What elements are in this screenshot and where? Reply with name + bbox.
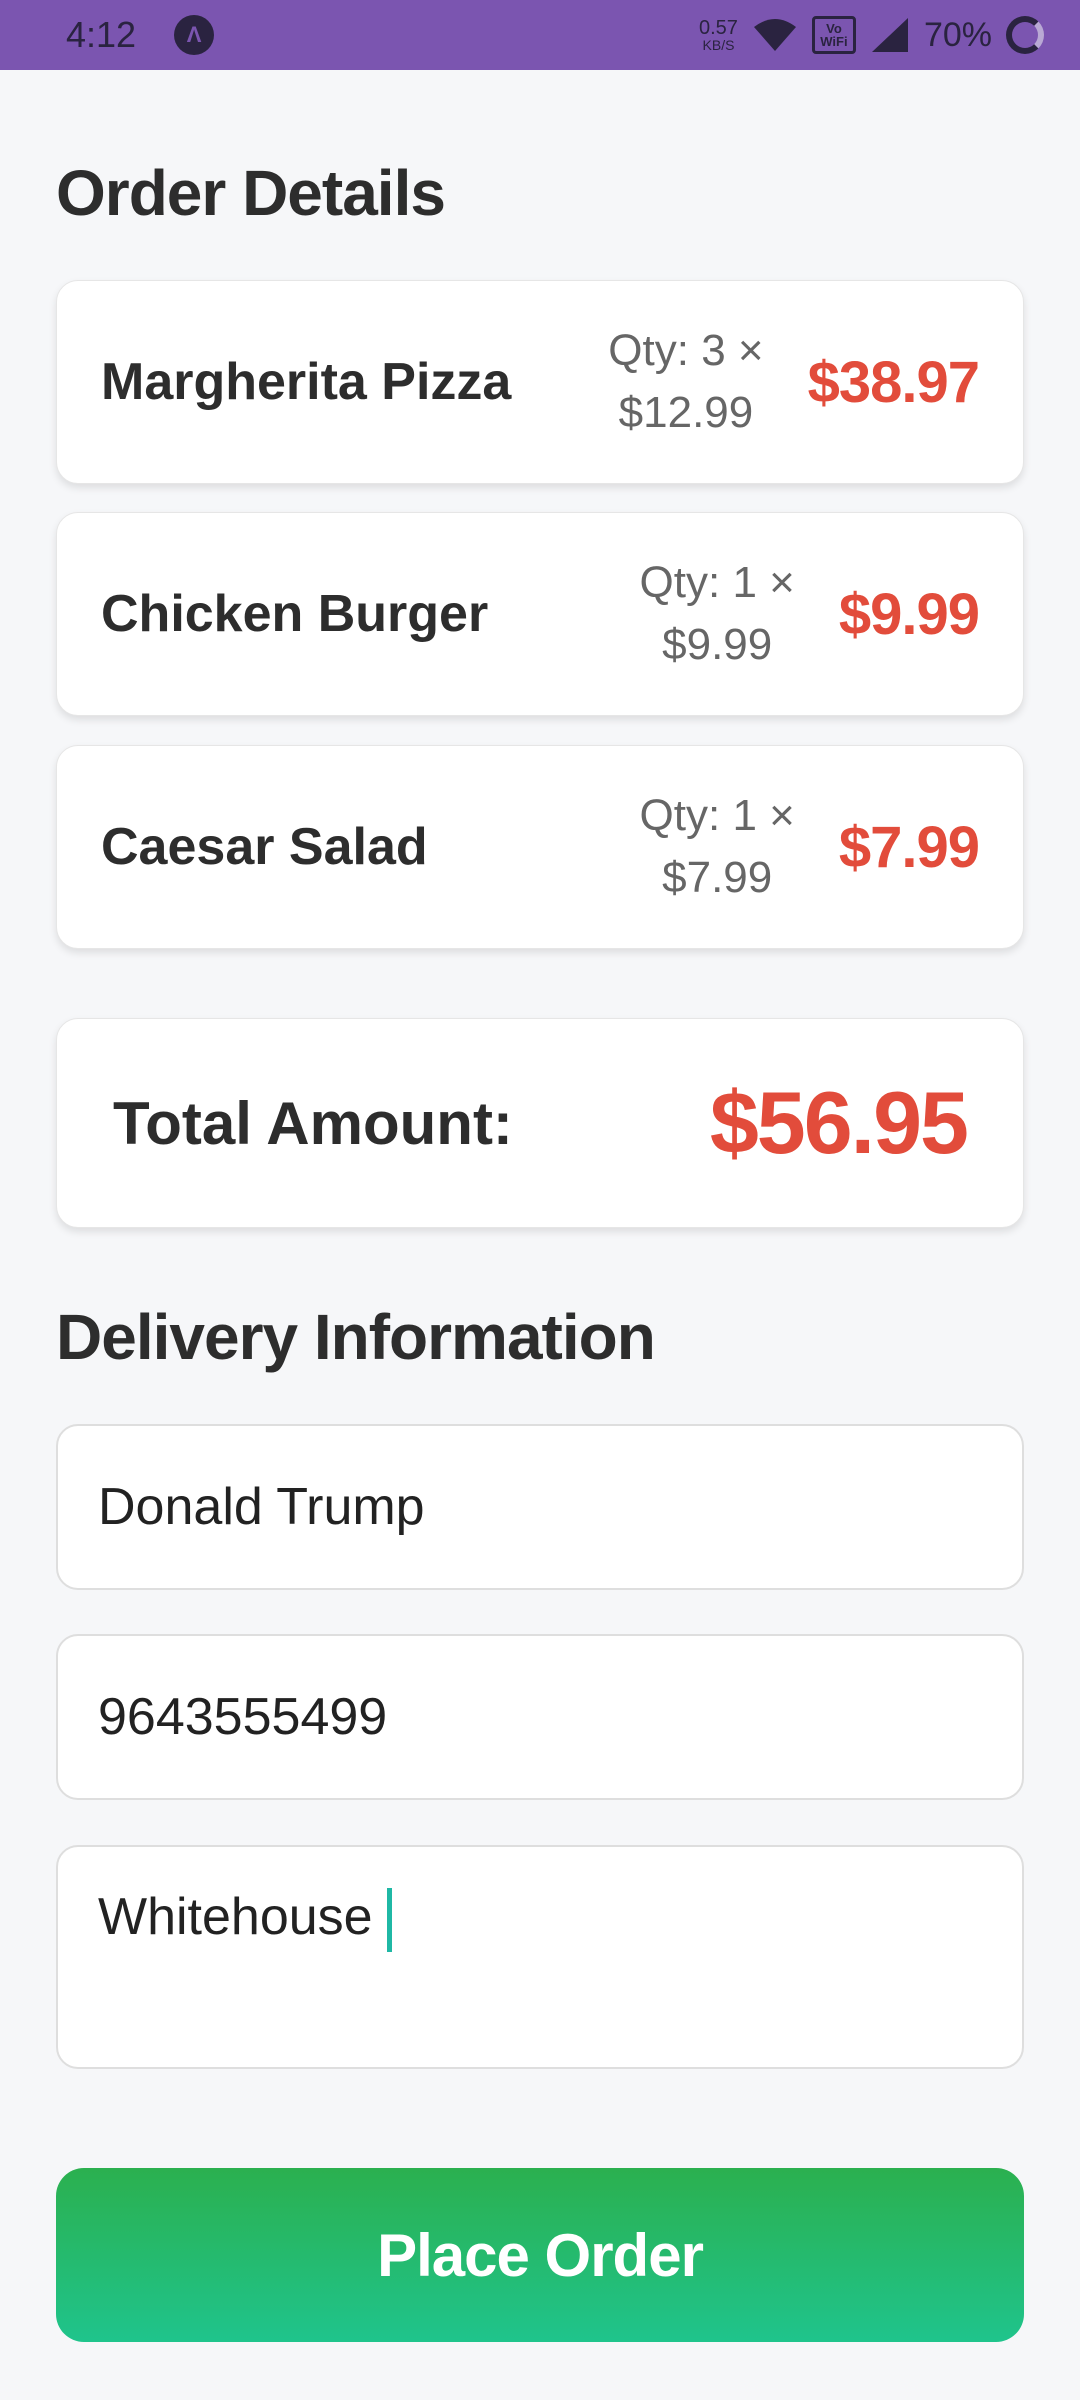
order-details-title: Order Details [56, 157, 446, 229]
app-notification-icon: Λ [174, 15, 215, 55]
app-glyph: Λ [186, 22, 202, 47]
phone-field-value: 9643555499 [98, 1688, 388, 1746]
address-field-value: Whitehouse [98, 1888, 373, 1946]
order-item-card: Caesar Salad Qty: 1 × $7.99 $7.99 [56, 745, 1024, 949]
item-total: $38.97 [807, 349, 980, 415]
status-time: 4:12 [66, 14, 137, 55]
status-indicators: 0.57 KB/S Vo WiFi 70% [699, 16, 1044, 55]
item-total: $9.99 [838, 581, 980, 647]
total-amount-card: Total Amount: $56.95 [56, 1018, 1024, 1228]
vowifi-bottom: WiFi [820, 34, 848, 49]
item-name: Margherita Pizza [101, 353, 512, 411]
item-quantity: Qty: 1 × $9.99 [640, 552, 795, 676]
item-unit-price: $7.99 [662, 853, 773, 902]
vowifi-icon: Vo WiFi [811, 16, 856, 54]
item-unit-price: $12.99 [618, 388, 754, 437]
item-unit-price: $9.99 [662, 620, 773, 669]
network-speed-unit: KB/S [702, 37, 735, 53]
text-cursor [386, 1888, 392, 1953]
wifi-icon [753, 19, 796, 51]
order-item-card: Margherita Pizza Qty: 3 × $12.99 $38.97 [56, 280, 1024, 484]
order-item-card: Chicken Burger Qty: 1 × $9.99 $9.99 [56, 512, 1024, 716]
item-name: Caesar Salad [101, 818, 428, 876]
name-field[interactable]: Donald Trump [56, 1424, 1024, 1590]
battery-percent: 70% [923, 15, 992, 54]
battery-icon [1006, 16, 1044, 54]
address-field[interactable]: Whitehouse [56, 1845, 1024, 2069]
place-order-button[interactable]: Place Order [56, 2168, 1024, 2342]
item-quantity: Qty: 1 × $7.99 [640, 785, 795, 909]
item-name: Chicken Burger [101, 585, 489, 643]
cell-signal-icon [871, 18, 908, 52]
name-field-value: Donald Trump [98, 1478, 425, 1536]
status-bar: 4:12 Λ 0.57 KB/S Vo WiFi 70% [0, 0, 1080, 70]
item-qty-line: Qty: 1 × [639, 558, 795, 607]
delivery-information-title: Delivery Information [56, 1301, 656, 1373]
total-amount-value: $56.95 [709, 1073, 969, 1172]
network-speed: 0.57 KB/S [699, 18, 738, 52]
item-total: $7.99 [838, 814, 980, 880]
item-quantity: Qty: 3 × $12.99 [608, 320, 763, 444]
item-qty-line: Qty: 3 × [608, 326, 764, 375]
network-speed-value: 0.57 [699, 17, 738, 39]
item-qty-line: Qty: 1 × [639, 791, 795, 840]
total-amount-label: Total Amount: [113, 1089, 513, 1157]
phone-field[interactable]: 9643555499 [56, 1634, 1024, 1800]
